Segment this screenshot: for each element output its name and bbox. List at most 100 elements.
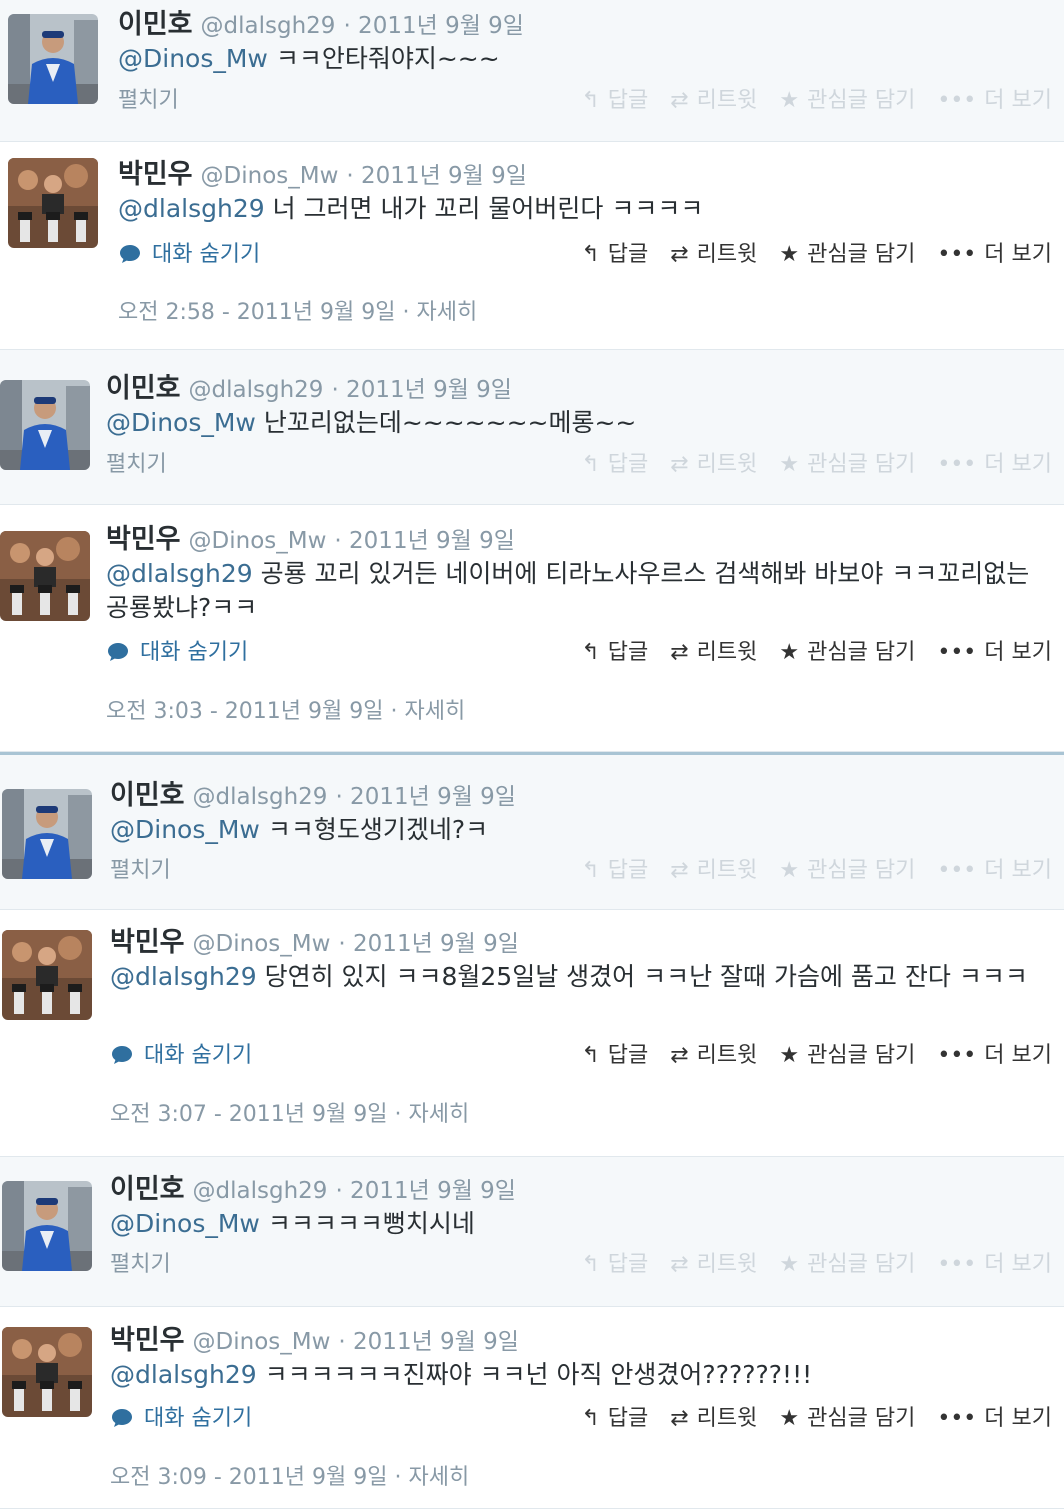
tweet-date[interactable]: · 2011년 9월 9일	[343, 13, 524, 39]
hide-conversation-label: 대화 숨기기	[144, 1043, 253, 1068]
timestamp-text[interactable]: 오전 2:58 - 2011년 9월 9일	[118, 300, 396, 325]
more-button[interactable]: ••• 더 보기	[937, 1041, 1052, 1071]
reply-button[interactable]: ↰ 답글	[581, 240, 648, 270]
author-name[interactable]: 박민우	[110, 1325, 185, 1356]
mention-link[interactable]: @dlalsgh29	[106, 559, 253, 588]
hide-conversation-link[interactable]: 대화 숨기기	[106, 638, 248, 668]
retweet-button[interactable]: ⇄ 리트윗	[670, 86, 757, 116]
expand-link[interactable]: 펼치기	[110, 856, 171, 886]
tweet[interactable]: 박민우 @Dinos_Mw · 2011년 9월 9일 @dlalsgh29 당연히 …	[0, 910, 1064, 1157]
author-name[interactable]: 이민호	[118, 9, 193, 40]
favorite-button[interactable]: ★ 관심글 담기	[779, 1404, 915, 1434]
more-button[interactable]: ••• 더 보기	[937, 450, 1052, 480]
hide-conversation-link[interactable]: 대화 숨기기	[118, 240, 260, 270]
avatar[interactable]	[8, 14, 98, 104]
retweet-button[interactable]: ⇄ 리트윗	[670, 1250, 757, 1280]
reply-button[interactable]: ↰ 답글	[581, 86, 648, 116]
favorite-button[interactable]: ★ 관심글 담기	[779, 856, 915, 886]
author-handle[interactable]: @Dinos_Mw	[193, 931, 331, 957]
favorite-button[interactable]: ★ 관심글 담기	[779, 450, 915, 480]
author-handle[interactable]: @Dinos_Mw	[201, 163, 339, 189]
retweet-button[interactable]: ⇄ 리트윗	[670, 1404, 757, 1434]
reply-button[interactable]: ↰ 답글	[581, 1041, 648, 1071]
retweet-button[interactable]: ⇄ 리트윗	[670, 240, 757, 270]
hide-conversation-link[interactable]: 대화 숨기기	[110, 1404, 252, 1434]
retweet-button[interactable]: ⇄ 리트윗	[670, 450, 757, 480]
more-button[interactable]: ••• 더 보기	[937, 856, 1052, 886]
reply-button[interactable]: ↰ 답글	[581, 450, 648, 480]
author-handle[interactable]: @Dinos_Mw	[193, 1329, 331, 1355]
avatar[interactable]	[8, 158, 98, 248]
details-link[interactable]: 자세히	[416, 300, 477, 325]
mention-link[interactable]: @dlalsgh29	[110, 962, 257, 991]
avatar[interactable]	[0, 380, 90, 470]
more-button[interactable]: ••• 더 보기	[937, 86, 1052, 116]
tweet-date[interactable]: · 2011년 9월 9일	[335, 784, 516, 810]
mention-link[interactable]: @dlalsgh29	[110, 1360, 257, 1389]
author-handle[interactable]: @dlalsgh29	[193, 1178, 328, 1204]
mention-link[interactable]: @Dinos_Mw	[110, 815, 260, 844]
author-handle[interactable]: @dlalsgh29	[201, 13, 336, 39]
author-name[interactable]: 이민호	[110, 780, 185, 811]
mention-link[interactable]: @Dinos_Mw	[118, 44, 268, 73]
retweet-button[interactable]: ⇄ 리트윗	[670, 1041, 757, 1071]
tweet[interactable]: 이민호 @dlalsgh29 · 2011년 9월 9일 @Dinos_Mw 난꼬리없…	[0, 350, 1064, 505]
more-button[interactable]: ••• 더 보기	[937, 1250, 1052, 1280]
favorite-button[interactable]: ★ 관심글 담기	[779, 86, 915, 116]
tweet[interactable]: 이민호 @dlalsgh29 · 2011년 9월 9일 @Dinos_Mw ㅋㅋ안타…	[0, 0, 1064, 142]
favorite-button[interactable]: ★ 관심글 담기	[779, 638, 915, 668]
mention-link[interactable]: @dlalsgh29	[118, 194, 265, 223]
timestamp-text[interactable]: 오전 3:09 - 2011년 9월 9일	[110, 1465, 388, 1490]
tweet-date[interactable]: · 2011년 9월 9일	[346, 163, 527, 189]
more-button[interactable]: ••• 더 보기	[937, 1404, 1052, 1434]
expand-link[interactable]: 펼치기	[110, 1250, 171, 1280]
tweet[interactable]: 이민호 @dlalsgh29 · 2011년 9월 9일 @Dinos_Mw ㅋㅋㅋㅋ…	[0, 1157, 1064, 1307]
more-button[interactable]: ••• 더 보기	[937, 240, 1052, 270]
reply-button[interactable]: ↰ 답글	[581, 1250, 648, 1280]
reply-button[interactable]: ↰ 답글	[581, 638, 648, 668]
author-handle[interactable]: @dlalsgh29	[193, 784, 328, 810]
timestamp-text[interactable]: 오전 3:07 - 2011년 9월 9일	[110, 1102, 388, 1127]
author-name[interactable]: 이민호	[106, 373, 181, 404]
avatar[interactable]	[2, 789, 92, 879]
author-name[interactable]: 박민우	[106, 524, 181, 555]
retweet-button[interactable]: ⇄ 리트윗	[670, 638, 757, 668]
more-button[interactable]: ••• 더 보기	[937, 638, 1052, 668]
favorite-button[interactable]: ★ 관심글 담기	[779, 1250, 915, 1280]
author-name[interactable]: 박민우	[110, 927, 185, 958]
tweet[interactable]: 박민우 @Dinos_Mw · 2011년 9월 9일 @dlalsgh29 너 그러…	[0, 142, 1064, 350]
tweet-text: @dlalsgh29 공룡 꼬리 있거든 네이버에 티라노사우르스 검색해봐 바…	[106, 557, 1046, 625]
tweet-date[interactable]: · 2011년 9월 9일	[334, 528, 515, 554]
expand-link[interactable]: 펼치기	[106, 450, 167, 480]
reply-button[interactable]: ↰ 답글	[581, 856, 648, 886]
author-name[interactable]: 이민호	[110, 1174, 185, 1205]
author-handle[interactable]: @dlalsgh29	[189, 377, 324, 403]
author-name[interactable]: 박민우	[118, 159, 193, 190]
details-link[interactable]: 자세히	[404, 699, 465, 724]
hide-conversation-link[interactable]: 대화 숨기기	[110, 1041, 252, 1071]
favorite-button[interactable]: ★ 관심글 담기	[779, 240, 915, 270]
expand-link[interactable]: 펼치기	[118, 86, 179, 116]
details-link[interactable]: 자세히	[408, 1465, 469, 1490]
tweet[interactable]: 박민우 @Dinos_Mw · 2011년 9월 9일 @dlalsgh29 공룡 꼬…	[0, 505, 1064, 752]
avatar[interactable]	[0, 531, 90, 621]
details-link[interactable]: 자세히	[408, 1102, 469, 1127]
reply-button[interactable]: ↰ 답글	[581, 1404, 648, 1434]
avatar[interactable]	[2, 1181, 92, 1271]
mention-link[interactable]: @Dinos_Mw	[110, 1209, 260, 1238]
author-handle[interactable]: @Dinos_Mw	[189, 528, 327, 554]
reply-button-label: 답글	[607, 1043, 649, 1068]
retweet-button[interactable]: ⇄ 리트윗	[670, 856, 757, 886]
tweet-date[interactable]: · 2011년 9월 9일	[335, 1178, 516, 1204]
tweet[interactable]: 이민호 @dlalsgh29 · 2011년 9월 9일 @Dinos_Mw ㅋㅋ형도…	[0, 752, 1064, 910]
avatar[interactable]	[2, 1327, 92, 1417]
timestamp-text[interactable]: 오전 3:03 - 2011년 9월 9일	[106, 699, 384, 724]
favorite-button[interactable]: ★ 관심글 담기	[779, 1041, 915, 1071]
mention-link[interactable]: @Dinos_Mw	[106, 408, 256, 437]
favorite-button-label: 관심글 담기	[807, 1043, 916, 1068]
avatar[interactable]	[2, 930, 92, 1020]
tweet-date[interactable]: · 2011년 9월 9일	[331, 377, 512, 403]
tweet-date[interactable]: · 2011년 9월 9일	[338, 1329, 519, 1355]
tweet[interactable]: 박민우 @Dinos_Mw · 2011년 9월 9일 @dlalsgh29 ㅋㅋㅋㅋ…	[0, 1307, 1064, 1509]
tweet-date[interactable]: · 2011년 9월 9일	[338, 931, 519, 957]
